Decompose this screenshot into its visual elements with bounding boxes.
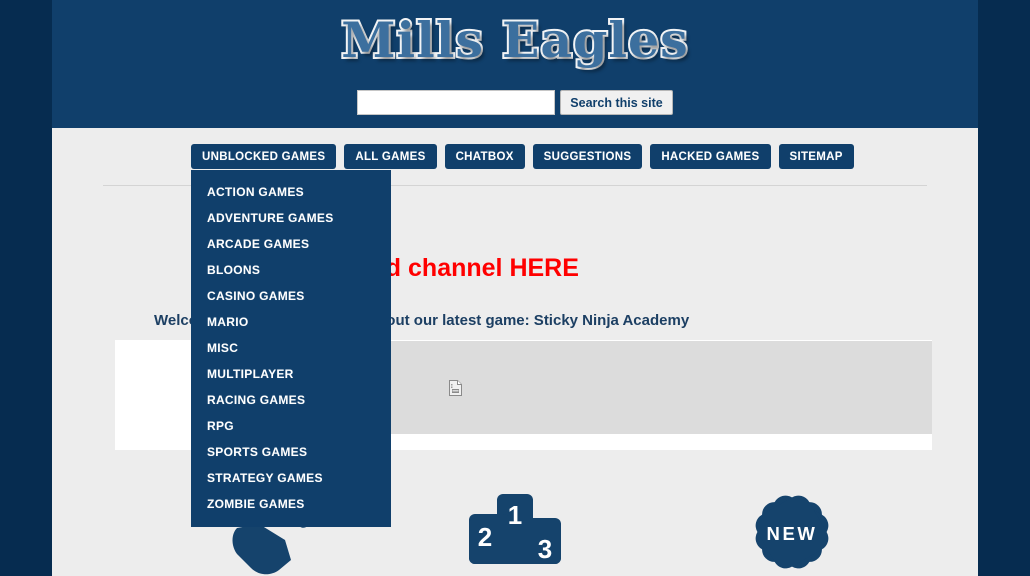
dropdown-item-rpg[interactable]: RPG xyxy=(191,413,391,439)
dropdown-item-mario[interactable]: MARIO xyxy=(191,309,391,335)
search-button[interactable]: Search this site xyxy=(560,90,673,115)
podium-icon: 1 2 3 xyxy=(469,494,561,564)
dropdown-item-adventure-games[interactable]: ADVENTURE GAMES xyxy=(191,205,391,231)
new-badge-cell[interactable]: NEW xyxy=(702,488,882,576)
dropdown-item-bloons[interactable]: BLOONS xyxy=(191,257,391,283)
podium-rank-2: 2 xyxy=(478,522,492,552)
search-input[interactable] xyxy=(357,90,556,115)
dropdown-item-strategy-games[interactable]: STRATEGY GAMES xyxy=(191,465,391,491)
dropdown-item-action-games[interactable]: ACTION GAMES xyxy=(191,179,391,205)
nav-sitemap[interactable]: SITEMAP xyxy=(778,144,854,169)
main-navigation: UNBLOCKED GAMES ALL GAMES CHATBOX SUGGESTIO… xyxy=(191,144,854,169)
nav-chatbox[interactable]: CHATBOX xyxy=(444,144,525,169)
dropdown-item-sports-games[interactable]: SPORTS GAMES xyxy=(191,439,391,465)
search-bar: Search this site xyxy=(52,90,978,115)
nav-all-games[interactable]: ALL GAMES xyxy=(344,144,437,169)
dropdown-item-arcade-games[interactable]: ARCADE GAMES xyxy=(191,231,391,257)
broken-image-icon xyxy=(449,379,462,396)
dropdown-item-zombie-games[interactable]: ZOMBIE GAMES xyxy=(191,491,391,517)
page-root: Mills Eagles Search this site UNBLOCKED … xyxy=(0,0,1030,576)
nav-unblocked-games[interactable]: UNBLOCKED GAMES xyxy=(191,144,337,169)
podium-rank-3: 3 xyxy=(538,534,552,564)
podium-icon-cell[interactable]: 1 2 3 xyxy=(425,488,605,576)
dropdown-item-casino-games[interactable]: CASINO GAMES xyxy=(191,283,391,309)
new-badge-label: NEW xyxy=(766,523,817,544)
nav-suggestions[interactable]: SUGGESTIONS xyxy=(532,144,643,169)
unblocked-games-dropdown: ACTION GAMES ADVENTURE GAMES ARCADE GAMES B… xyxy=(191,170,391,527)
site-header: Mills Eagles Search this site xyxy=(52,0,978,128)
nav-hacked-games[interactable]: HACKED GAMES xyxy=(650,144,771,169)
dropdown-item-multiplayer[interactable]: MULTIPLAYER xyxy=(191,361,391,387)
podium-rank-1: 1 xyxy=(508,500,522,530)
dropdown-item-racing-games[interactable]: RACING GAMES xyxy=(191,387,391,413)
content-area: UNBLOCKED GAMES ALL GAMES CHATBOX SUGGESTIO… xyxy=(52,128,978,576)
site-logo: Mills Eagles xyxy=(339,9,689,71)
new-badge-icon: NEW xyxy=(755,495,829,569)
dropdown-item-misc[interactable]: MISC xyxy=(191,335,391,361)
